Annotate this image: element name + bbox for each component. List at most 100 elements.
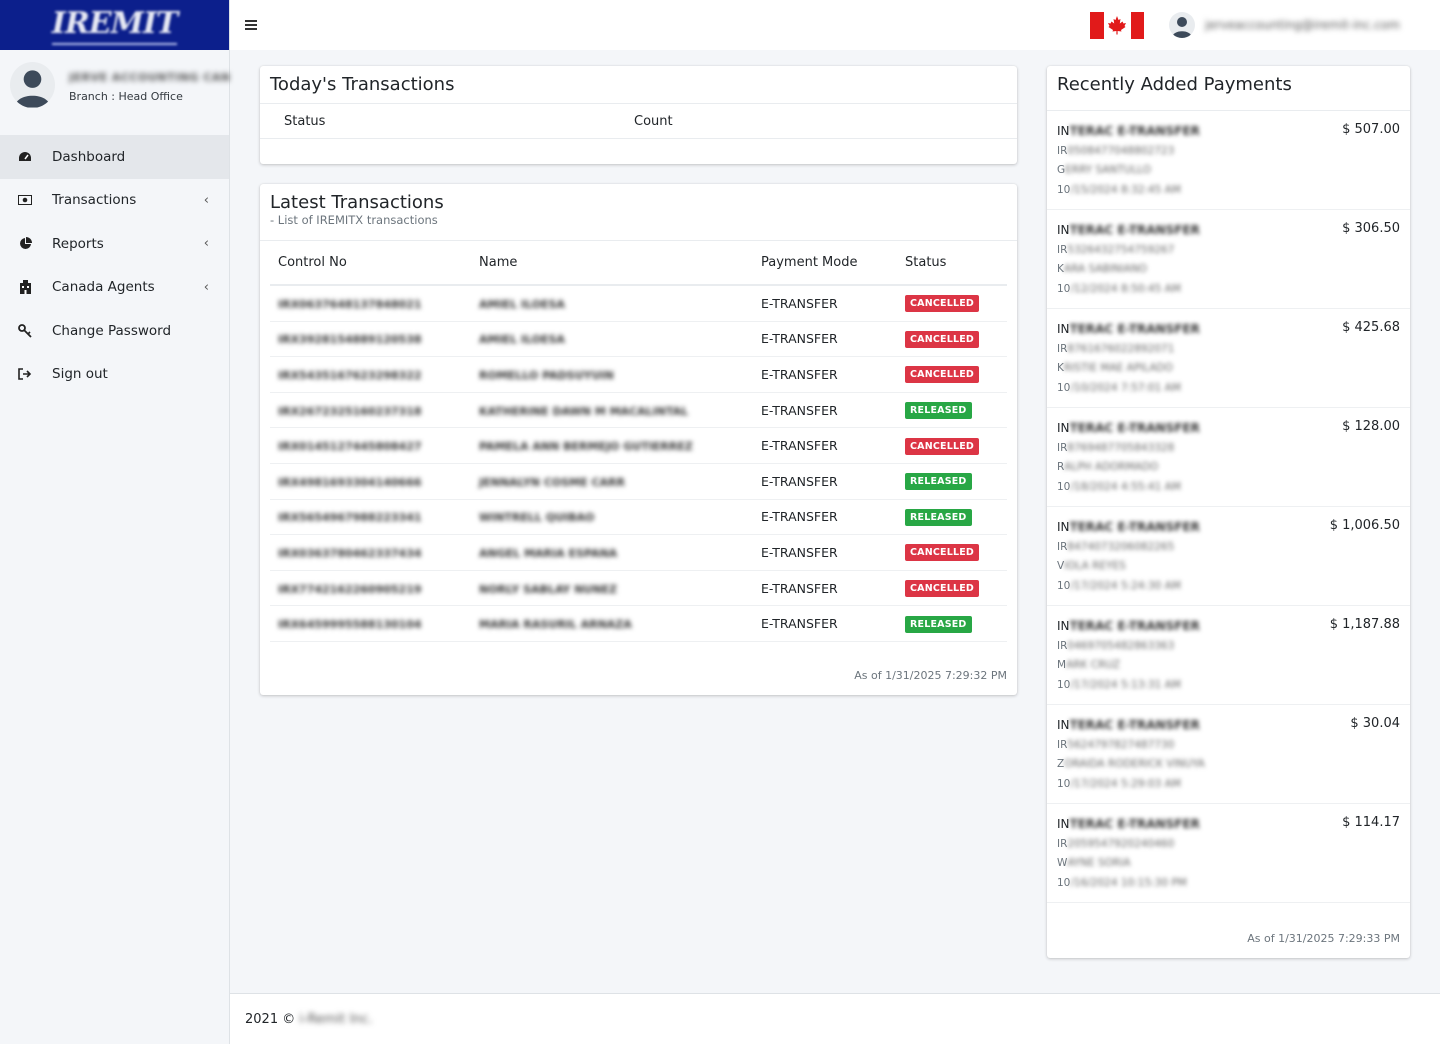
control-no[interactable]: IRX3928154889120538 — [278, 333, 422, 346]
payment-sender-hidden: ARK CRUZ — [1066, 659, 1121, 672]
last-updated-text: As of 1/31/2025 7:29:33 PM — [1247, 932, 1400, 945]
payment-date-visible: 10 — [1057, 678, 1071, 691]
status-badge: CANCELLED — [905, 295, 980, 313]
topbar: jerveaccounting@iremit-inc.com — [230, 0, 1440, 50]
table-row[interactable]: IRX7742162260905219 NORLY SABLAY NUNEZ E-T… — [270, 571, 1007, 607]
table-row[interactable]: IRX2672325160237318 KATHERINE DAWN M MACA… — [270, 393, 1007, 429]
control-no[interactable]: IRX2672325160237318 — [278, 405, 422, 418]
brand-logo-link[interactable]: IREMIT — [0, 0, 229, 50]
control-no[interactable]: IRX5654967988223341 — [278, 511, 422, 524]
payment-item[interactable]: IN TERAC E-TRANSFER IR 0508477048802723 G ERR… — [1047, 111, 1410, 210]
payment-reference: IR 8769487705843328 — [1057, 438, 1400, 458]
column-header-status[interactable]: Status — [260, 114, 634, 129]
payment-item[interactable]: IN TERAC E-TRANSFER IR 8769487705843328 R ALP… — [1047, 408, 1410, 507]
payment-reference-visible: IR — [1057, 243, 1068, 256]
payment-reference: IR 8474073206082265 — [1057, 537, 1400, 557]
payment-type-visible: IN — [1057, 618, 1070, 633]
control-no[interactable]: IRX6459995588130104 — [278, 618, 422, 631]
customer-name: ROMELLO PADSUYUIN — [479, 368, 614, 382]
table-row[interactable]: IRX6459995588130104 MARIA RASURIL ARNAZA E… — [270, 606, 1007, 642]
payment-reference-visible: IR — [1057, 639, 1068, 652]
payment-date: 10/18/2024 4:55:41 AM — [1057, 477, 1400, 497]
payment-mode: E-TRANSFER — [761, 402, 838, 418]
payment-mode: E-TRANSFER — [761, 580, 838, 596]
card-title: Today's Transactions — [270, 74, 455, 95]
payment-item[interactable]: IN TERAC E-TRANSFER IR 5326432754759267 K ARA… — [1047, 210, 1410, 309]
payment-reference-hidden: 0469705482863363 — [1067, 639, 1175, 652]
status-badge: CANCELLED — [905, 330, 980, 348]
todays-transactions-card: Today's Transactions Status Count — [260, 66, 1017, 164]
last-updated-text: As of 1/31/2025 7:29:32 PM — [854, 669, 1007, 682]
payment-type-hidden: TERAC E-TRANSFER — [1069, 618, 1200, 633]
control-no[interactable]: IRX0363780462337434 — [278, 547, 422, 560]
sidebar-item-label: Canada Agents — [52, 279, 155, 296]
control-no[interactable]: IRX0637648137848021 — [278, 298, 422, 311]
status-badge: CANCELLED — [905, 544, 980, 562]
payment-reference-hidden: 5326432754759267 — [1067, 243, 1175, 256]
payment-sender: M ARK CRUZ — [1057, 655, 1400, 675]
payment-type-hidden: TERAC E-TRANSFER — [1069, 816, 1200, 831]
payment-date: 10/17/2024 5:13:31 AM — [1057, 675, 1400, 695]
canada-flag-icon[interactable] — [1090, 11, 1144, 39]
sidebar-item-transactions[interactable]: Transactions ‹ — [0, 179, 229, 223]
payment-sender: G ERRY SANTULLO — [1057, 160, 1400, 180]
payment-sender-hidden: ALPH ADORMADO — [1064, 461, 1159, 474]
payment-reference: IR 2059547920240460 — [1057, 834, 1400, 854]
sidebar-item-change-password[interactable]: Change Password — [0, 309, 229, 353]
payment-item[interactable]: IN TERAC E-TRANSFER IR 8474073206082265 V IOL… — [1047, 507, 1410, 606]
column-header-control-no[interactable]: Control No — [270, 255, 479, 270]
control-no[interactable]: IRX4981693304140666 — [278, 476, 422, 489]
table-row[interactable]: IRX0363780462337434 ANGEL MARIA ESPANA E-T… — [270, 535, 1007, 571]
table-row[interactable]: IRX0145127445808427 PAMELA ANN BERMEJO GU… — [270, 428, 1007, 464]
chevron-left-icon: ‹ — [203, 192, 209, 208]
column-header-name[interactable]: Name — [479, 255, 761, 270]
payment-sender-hidden: RISTIE MAE APILADO — [1063, 362, 1173, 375]
control-no[interactable]: IRX7742162260905219 — [278, 583, 422, 596]
card-title: Recently Added Payments — [1057, 74, 1292, 95]
column-header-payment-mode[interactable]: Payment Mode — [761, 255, 905, 270]
footer-company-link[interactable]: i-Remit Inc. — [299, 1012, 373, 1027]
status-badge: RELEASED — [905, 473, 972, 491]
payment-sender-visible: G — [1057, 164, 1066, 177]
table-header: Control No Name Payment Mode Status — [270, 241, 1007, 286]
sidebar-item-dashboard[interactable]: Dashboard — [0, 135, 229, 179]
sidebar-item-canada-agents[interactable]: Canada Agents ‹ — [0, 266, 229, 310]
payment-date-visible: 10 — [1057, 876, 1071, 889]
sidebar-item-reports[interactable]: Reports ‹ — [0, 222, 229, 266]
table-row[interactable]: IRX4981693304140666 JENNALYN COSME CARR E-… — [270, 464, 1007, 500]
table-row[interactable]: IRX5654967988223341 WINTRELL QUIBAO E-TRAN… — [270, 500, 1007, 536]
payment-date-hidden: /15/2024 8:32:45 AM — [1070, 183, 1181, 196]
payment-item[interactable]: IN TERAC E-TRANSFER IR 0469705482863363 M ARK… — [1047, 606, 1410, 705]
sidebar-item-sign-out[interactable]: Sign out — [0, 353, 229, 397]
recent-payments-card: Recently Added Payments IN TERAC E-TRANSF… — [1047, 66, 1410, 958]
sidebar-item-label: Reports — [52, 235, 104, 252]
payment-date: 10/17/2024 5:29:03 AM — [1057, 774, 1400, 794]
payment-reference-hidden: 8474073206082265 — [1067, 540, 1175, 553]
payment-item[interactable]: IN TERAC E-TRANSFER IR 2059547920240460 W AYN… — [1047, 804, 1410, 903]
payment-type-hidden: TERAC E-TRANSFER — [1069, 420, 1200, 435]
column-header-count[interactable]: Count — [634, 114, 673, 129]
payment-reference: IR 5326432754759267 — [1057, 240, 1400, 260]
payment-sender: K RISTIE MAE APILADO — [1057, 358, 1400, 378]
payment-date: 10/12/2024 8:50:45 AM — [1057, 279, 1400, 299]
user-avatar-icon[interactable] — [1169, 12, 1195, 38]
payment-reference-hidden: 8769487705843328 — [1067, 441, 1175, 454]
table-row[interactable]: IRX5435167623298322 ROMELLO PADSUYUIN E-TR… — [270, 357, 1007, 393]
payment-item[interactable]: IN TERAC E-TRANSFER IR 5624797827487730 Z ORA… — [1047, 705, 1410, 804]
hamburger-icon[interactable] — [245, 18, 257, 32]
user-email[interactable]: jerveaccounting@iremit-inc.com — [1205, 18, 1425, 32]
sidebar-item-label: Transactions — [52, 192, 137, 209]
control-no[interactable]: IRX0145127445808427 — [278, 440, 422, 453]
avatar[interactable] — [10, 62, 55, 108]
payment-type-visible: IN — [1057, 420, 1070, 435]
payment-item[interactable]: IN TERAC E-TRANSFER IR 8761676022892071 K RIS… — [1047, 309, 1410, 408]
pie-chart-icon — [18, 237, 32, 251]
column-header-status[interactable]: Status — [905, 255, 1007, 270]
payment-date: 10/16/2024 10:15:30 PM — [1057, 873, 1400, 893]
table-row[interactable]: IRX0637648137848021 AMIEL ILOESA E-TRANSFE… — [270, 286, 1007, 322]
control-no[interactable]: IRX5435167623298322 — [278, 369, 422, 382]
table-row[interactable]: IRX3928154889120538 AMIEL ILOESA E-TRANSFE… — [270, 322, 1007, 358]
latest-transactions-card: Latest Transactions - List of IREMITX tr… — [260, 184, 1017, 695]
customer-name: AMIEL ILOESA — [479, 297, 565, 311]
payment-mode: E-TRANSFER — [761, 509, 838, 525]
